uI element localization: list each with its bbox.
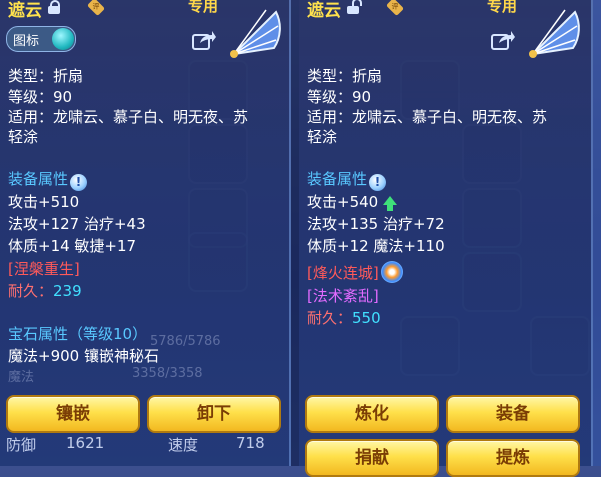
level-line: 等级：90	[307, 88, 372, 106]
info-icon[interactable]: !	[70, 174, 88, 191]
applicable-line: 适用：龙啸云、慕子白、明无夜、苏	[8, 108, 249, 126]
applicable-line-cont: 轻涂	[307, 128, 338, 146]
inlay-button[interactable]: 镶嵌	[6, 395, 140, 433]
durability-line: 耐久：550	[307, 309, 381, 327]
skill-swirl-icon[interactable]	[380, 261, 403, 283]
durability-line: 耐久：239	[8, 282, 82, 300]
attr-line: 体质+12 魔法+110	[307, 237, 445, 255]
bg-label: 魔法	[8, 370, 35, 385]
attr-line: 体质+14 敏捷+17	[8, 237, 137, 255]
share-icon[interactable]	[192, 30, 216, 50]
icon-toggle-label: 图标	[13, 34, 40, 49]
fan-weapon-icon	[230, 9, 281, 58]
bg-speed-label: 速度	[168, 436, 199, 454]
item-detail-panel-compare: 遮云 评 专用 类型：折扇 等级：90 适用：龙啸云、慕子白、明无夜、苏 轻涂 …	[299, 0, 593, 477]
special-effect: [法术紊乱]	[307, 287, 379, 305]
level-line: 等级：90	[8, 88, 73, 106]
rating-badge-icon[interactable]: 评	[385, 0, 405, 17]
donate-button[interactable]: 捐献	[305, 439, 439, 477]
lock-icon[interactable]	[48, 0, 60, 14]
refine-button[interactable]: 炼化	[305, 395, 439, 433]
attr-line: 攻击+510	[8, 193, 80, 211]
bg-speed-value: 718	[236, 434, 265, 452]
item-name: 遮云	[307, 1, 341, 21]
gem-attr-heading: 宝石属性（等级10）	[8, 325, 148, 343]
attr-line: 法攻+135 治疗+72	[307, 215, 445, 233]
exclusive-tag: 专用	[487, 0, 518, 15]
bg-hp-bar-text: 5786/5786	[150, 334, 221, 349]
icon-toggle[interactable]: 图标	[6, 26, 76, 52]
special-effect: [烽火连城]	[307, 261, 403, 283]
gem-line: 魔法+900 镶嵌神秘石	[8, 347, 159, 365]
bg-defense-value: 1621	[66, 434, 105, 452]
bg-mp-bar-text: 3358/3358	[132, 366, 203, 381]
fan-weapon-icon	[529, 9, 580, 58]
applicable-line: 适用：龙啸云、慕子白、明无夜、苏	[307, 108, 548, 126]
special-effect: [涅槃重生]	[8, 260, 80, 278]
equip-attr-heading: 装备属性!	[307, 169, 387, 191]
exclusive-tag: 专用	[188, 0, 219, 15]
unlock-icon[interactable]	[347, 0, 362, 14]
applicable-line-cont: 轻涂	[8, 128, 39, 146]
item-name: 遮云	[8, 1, 42, 21]
info-icon[interactable]: !	[369, 174, 387, 191]
share-icon[interactable]	[491, 30, 515, 50]
type-line: 类型：折扇	[8, 67, 84, 85]
equip-button[interactable]: 装备	[446, 395, 580, 433]
toggle-knob	[52, 28, 74, 50]
unequip-button[interactable]: 卸下	[147, 395, 281, 433]
attr-line: 法攻+127 治疗+43	[8, 215, 146, 233]
type-line: 类型：折扇	[307, 67, 383, 85]
extract-button[interactable]: 提炼	[446, 439, 580, 477]
attr-line: 攻击+540	[307, 192, 397, 212]
equip-attr-heading: 装备属性!	[8, 169, 88, 191]
up-arrow-icon	[382, 196, 397, 211]
bg-defense-label: 防御	[6, 436, 37, 454]
item-detail-panel-current: 遮云 评 专用 图标 类型：折扇 等级：90 适用：龙啸云、慕子白、明无夜、苏 …	[0, 0, 291, 466]
rating-badge-icon[interactable]: 评	[86, 0, 106, 17]
